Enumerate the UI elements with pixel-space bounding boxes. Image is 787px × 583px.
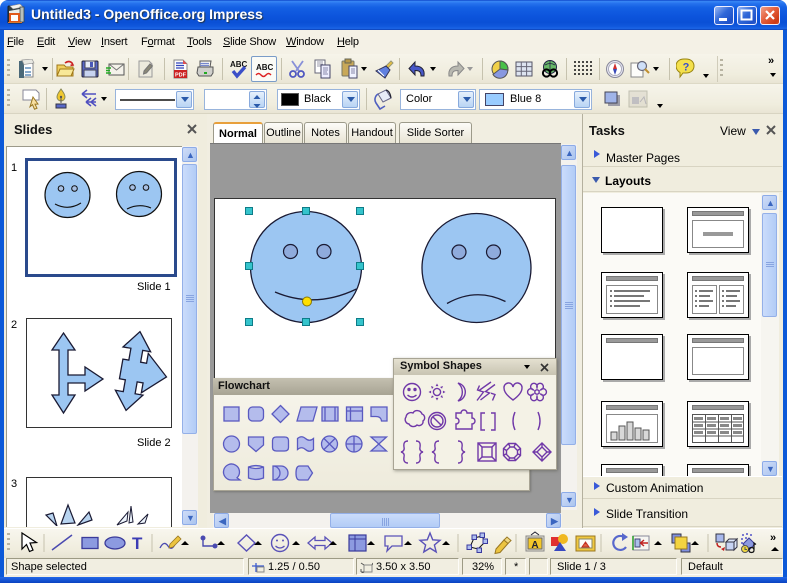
svg-text:T: T: [132, 534, 143, 553]
svg-text:A: A: [531, 540, 538, 551]
svg-text:ABC: ABC: [256, 63, 274, 72]
svg-text:PDF: PDF: [175, 73, 187, 79]
svg-text:»: »: [770, 532, 776, 544]
svg-text:?: ?: [683, 62, 690, 74]
